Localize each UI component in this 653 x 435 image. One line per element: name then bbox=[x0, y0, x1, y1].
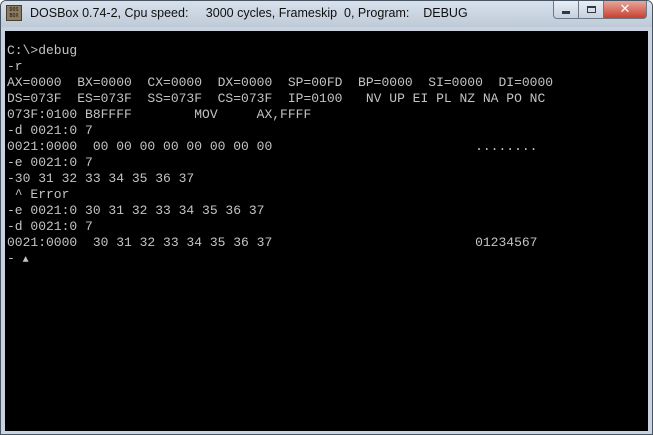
minimize-icon bbox=[562, 11, 570, 14]
console-line: 073F:0100 B8FFFF MOV AX,FFFF bbox=[7, 107, 312, 122]
console-line: -d 0021:0 7 bbox=[7, 123, 93, 138]
console-line: -30 31 32 33 34 35 36 37 bbox=[7, 171, 195, 186]
console-prompt-line[interactable]: - ▲ bbox=[7, 251, 29, 267]
console-line: 0021:0000 30 31 32 33 34 35 36 37 012345… bbox=[7, 235, 538, 250]
console-line: -d 0021:0 7 bbox=[7, 219, 93, 234]
dos-console[interactable]: C:\>debug -r AX=0000 BX=0000 CX=0000 DX=… bbox=[5, 31, 648, 431]
console-line: -r bbox=[7, 59, 23, 74]
console-line: DS=073F ES=073F SS=073F CS=073F IP=0100 … bbox=[7, 91, 546, 106]
console-line: ^ Error bbox=[7, 187, 70, 202]
console-line: -e 0021:0 30 31 32 33 34 35 36 37 bbox=[7, 203, 265, 218]
close-button[interactable]: ✕ bbox=[604, 1, 647, 19]
close-icon: ✕ bbox=[619, 2, 631, 17]
console-line: 0021:0000 00 00 00 00 00 00 00 00 ......… bbox=[7, 139, 538, 154]
dosbox-window: DOS BOX DOSBox 0.74-2, Cpu speed: 3000 c… bbox=[0, 0, 653, 435]
console-line: AX=0000 BX=0000 CX=0000 DX=0000 SP=00FD … bbox=[7, 75, 554, 90]
dosbox-app-icon[interactable]: DOS BOX bbox=[6, 5, 22, 21]
maximize-icon bbox=[586, 6, 596, 13]
console-line: -e 0021:0 7 bbox=[7, 155, 93, 170]
minimize-button[interactable] bbox=[553, 1, 579, 19]
console-prompt: - bbox=[7, 251, 15, 266]
text-cursor-icon: ▲ bbox=[22, 255, 29, 266]
title-bar[interactable]: DOS BOX DOSBox 0.74-2, Cpu speed: 3000 c… bbox=[1, 1, 652, 27]
window-controls: ✕ bbox=[553, 1, 647, 20]
window-title: DOSBox 0.74-2, Cpu speed: 3000 cycles, F… bbox=[30, 6, 468, 20]
maximize-button[interactable] bbox=[579, 1, 604, 19]
console-line: C:\>debug bbox=[7, 43, 78, 58]
